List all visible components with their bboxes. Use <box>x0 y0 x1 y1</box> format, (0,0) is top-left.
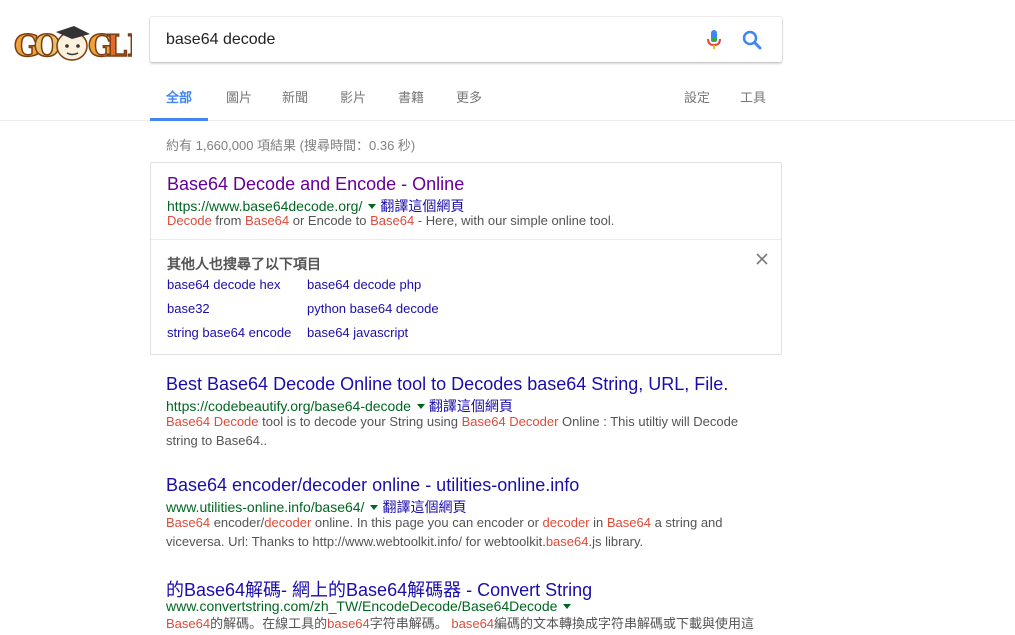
tab-tools[interactable]: 工具 <box>724 84 782 121</box>
result-stats: 約有 1,660,000 項結果 (搜尋時間：0.36 秒) <box>166 138 416 153</box>
google-doodle-logo[interactable]: G O G LE <box>12 22 132 64</box>
url-menu-arrow-icon[interactable] <box>370 504 379 510</box>
search-input[interactable] <box>166 27 686 52</box>
result-card: Base64 Decode and Encode - Online https:… <box>150 162 782 355</box>
tab-settings[interactable]: 設定 <box>668 84 726 121</box>
result-snippet: Base64 Decode tool is to decode your Str… <box>166 412 766 450</box>
related-search-link[interactable]: string base64 encode <box>167 325 291 340</box>
header: G O G LE 全部 圖片 新聞 影片 書籍 更多 設定 工具 <box>0 0 1015 121</box>
result-snippet: Base64 encoder/decoder online. In this p… <box>166 513 766 551</box>
snippet-text: from <box>211 213 246 228</box>
search-box <box>150 17 782 62</box>
snippet-text: in <box>589 515 607 530</box>
snippet-highlight: Decode <box>167 213 212 228</box>
related-search-link[interactable]: base64 decode hex <box>167 277 280 292</box>
result-snippet: Decode from Base64 or Encode to Base64 -… <box>167 211 767 230</box>
snippet-text: - Here, with our simple online tool. <box>414 213 615 228</box>
snippet-text: 的解碼。在線工具的 <box>210 616 328 631</box>
snippet-highlight: base64 <box>545 534 589 549</box>
snippet-text: encoder/ <box>210 515 265 530</box>
tab-images[interactable]: 圖片 <box>210 84 268 121</box>
result-title[interactable]: Base64 Decode and Encode - Online <box>167 174 464 195</box>
snippet-highlight: Base64 <box>166 616 211 631</box>
snippet-text: or Encode to <box>289 213 371 228</box>
tab-news[interactable]: 新聞 <box>266 84 324 121</box>
snippet-highlight: Base64 <box>370 213 415 228</box>
divider <box>151 239 781 240</box>
url-menu-arrow-icon[interactable] <box>563 603 572 609</box>
search-tabs: 全部 圖片 新聞 影片 書籍 更多 設定 工具 <box>150 84 1015 121</box>
snippet-highlight: Base64 Decode <box>166 414 259 429</box>
snippet-highlight: Base64 Decoder <box>461 414 559 429</box>
svg-text:O: O <box>34 29 60 64</box>
result-url-text: www.convertstring.com/zh_TW/EncodeDecode… <box>166 598 558 614</box>
result-snippet: Base64的解碼。在線工具的base64字符串解碼。 base64編碼的文本轉… <box>166 614 766 633</box>
snippet-highlight: base64 <box>327 616 370 631</box>
microphone-icon[interactable] <box>702 28 726 52</box>
svg-text:LE: LE <box>106 29 132 64</box>
snippet-highlight: decoder <box>264 515 312 530</box>
result-title[interactable]: Best Base64 Decode Online tool to Decode… <box>166 374 728 395</box>
people-also-search-heading: 其他人也搜尋了以下項目 <box>167 256 321 272</box>
snippet-highlight: Base64 <box>166 515 211 530</box>
result-url: www.convertstring.com/zh_TW/EncodeDecode… <box>166 598 575 614</box>
close-icon[interactable] <box>754 251 770 267</box>
tab-books[interactable]: 書籍 <box>382 84 440 121</box>
result-title[interactable]: Base64 encoder/decoder online - utilitie… <box>166 475 579 496</box>
related-search-link[interactable]: base64 javascript <box>307 325 408 340</box>
tab-all[interactable]: 全部 <box>150 84 209 121</box>
snippet-text: 編碼的文本轉換成字符串解碼或下載與使用這 <box>494 616 755 631</box>
related-search-link[interactable]: base32 <box>167 301 210 316</box>
search-icon[interactable] <box>740 28 764 52</box>
tab-more[interactable]: 更多 <box>440 84 498 121</box>
snippet-highlight: base64 <box>451 616 495 631</box>
tab-videos[interactable]: 影片 <box>324 84 382 121</box>
related-search-link[interactable]: python base64 decode <box>307 301 439 316</box>
snippet-text: online. In this page you can encoder or <box>311 515 543 530</box>
snippet-highlight: Base64 <box>245 213 290 228</box>
url-menu-arrow-icon[interactable] <box>416 403 425 409</box>
snippet-text: .js library. <box>588 534 644 549</box>
url-menu-arrow-icon[interactable] <box>368 203 377 209</box>
snippet-highlight: decoder <box>542 515 590 530</box>
snippet-highlight: Base64 <box>606 515 651 530</box>
snippet-text: 字符串解碼。 <box>369 616 452 631</box>
related-search-link[interactable]: base64 decode php <box>307 277 421 292</box>
snippet-text: tool is to decode your String using <box>258 414 462 429</box>
